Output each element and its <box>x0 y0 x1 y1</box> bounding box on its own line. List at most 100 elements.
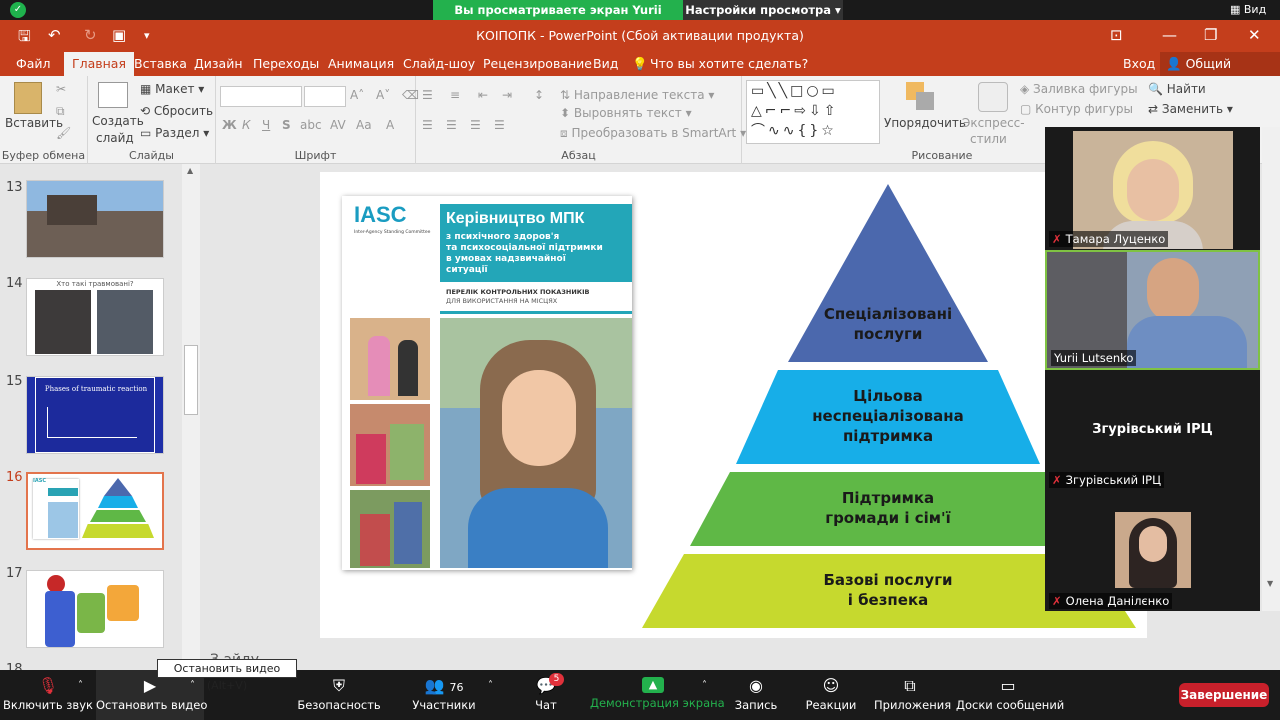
shrink-font-icon[interactable]: A˅ <box>376 88 390 102</box>
whiteboard-button[interactable]: ▭ Доски сообщений <box>956 670 1064 720</box>
notes-placeholder[interactable]: З айду <box>200 650 1080 670</box>
shapes-gallery[interactable]: ▭╲╲□○▭ △⌐⌐⇨⇩⇧ ⌒∿∿{}☆ <box>746 80 880 144</box>
tab-slideshow[interactable]: Слайд-шоу <box>403 56 475 71</box>
align-right-icon[interactable]: ☰ <box>470 118 481 132</box>
bullets-icon[interactable]: ☰ <box>422 88 433 102</box>
participant-tile-1[interactable]: ✗ Тамара Луценко <box>1045 127 1260 249</box>
italic-button[interactable]: К <box>242 118 251 132</box>
text-direction-button[interactable]: ⇅ Направление текста ▾ <box>560 88 714 102</box>
underline-button[interactable]: Ч <box>262 118 270 132</box>
copy-icon[interactable]: ⧉ <box>56 104 65 119</box>
stop-video-label: Остановить видео <box>96 698 208 712</box>
end-meeting-button[interactable]: Завершение <box>1179 683 1269 707</box>
current-slide[interactable]: IASC Inter-Agency Standing Committee Кер… <box>320 172 1147 638</box>
pyramid-label-4-a: Базові послуги <box>823 571 953 589</box>
arrange-icon[interactable] <box>906 82 936 112</box>
ribbon-display-icon[interactable]: ⊡ <box>1110 26 1123 44</box>
minimize-icon[interactable]: — <box>1162 26 1177 44</box>
security-button[interactable]: ⛨ Безопасность <box>296 670 382 720</box>
grow-font-icon[interactable]: A˄ <box>350 88 364 102</box>
tab-insert[interactable]: Вставка <box>134 56 187 71</box>
align-center-icon[interactable]: ☰ <box>446 118 457 132</box>
scroll-thumb[interactable] <box>184 345 198 415</box>
paste-button[interactable]: Вставить <box>5 116 63 130</box>
strikethrough-button[interactable]: S <box>282 118 291 132</box>
numbering-icon[interactable]: ≡ <box>450 88 460 102</box>
tab-home[interactable]: Главная <box>64 52 134 76</box>
chevron-up-icon[interactable]: ˄ <box>702 680 707 691</box>
view-button[interactable]: ▦ Вид <box>1230 0 1266 20</box>
tell-me-input[interactable]: Что вы хотите сделать? <box>650 56 808 71</box>
tab-transitions[interactable]: Переходы <box>253 56 319 71</box>
scroll-up-icon[interactable]: ▲ <box>187 166 193 175</box>
tab-animation[interactable]: Анимация <box>328 56 394 71</box>
participant-tile-4[interactable]: ✗ Олена Данілєнко <box>1045 490 1260 611</box>
user-icon: 👤 <box>1166 56 1182 71</box>
shape-outline-button[interactable]: ▢ Контур фигуры <box>1020 102 1133 116</box>
font-size-select[interactable] <box>304 86 346 107</box>
increase-indent-icon[interactable]: ⇥ <box>502 88 512 102</box>
slide-thumb-15[interactable]: Phases of traumatic reaction <box>26 376 164 454</box>
arrange-button[interactable]: Упорядочить <box>884 116 966 130</box>
align-left-icon[interactable]: ☰ <box>422 118 433 132</box>
shape-fill-button[interactable]: ◈ Заливка фигуры <box>1020 82 1138 96</box>
line-spacing-icon[interactable]: ↕ <box>534 88 544 102</box>
font-color-icon[interactable]: A <box>386 118 394 132</box>
layout-button[interactable]: ▦ Макет ▾ <box>140 82 204 96</box>
bold-button[interactable]: Ж <box>222 118 237 132</box>
replace-button[interactable]: ⇄ Заменить ▾ <box>1148 102 1233 116</box>
chevron-up-icon[interactable]: ˄ <box>78 680 83 691</box>
chevron-up-icon[interactable]: ˄ <box>190 680 195 691</box>
thumb16-header: IASC <box>33 478 47 484</box>
sign-in-link[interactable]: Вход <box>1123 56 1155 71</box>
participants-button[interactable]: 👥 76 Участники <box>408 670 480 720</box>
align-text-button[interactable]: ⬍ Выровнять текст ▾ <box>560 106 692 120</box>
share-button[interactable]: 👤 Общий доступ <box>1160 52 1280 87</box>
participant-tile-2[interactable]: Yurii Lutsenko <box>1045 250 1260 370</box>
shadow-icon[interactable]: abc <box>300 118 322 132</box>
format-painter-icon[interactable]: 🖌 <box>56 126 71 140</box>
participant-name-text: Згурівський ІРЦ <box>1065 473 1162 487</box>
record-button[interactable]: ◉ Запись <box>730 670 782 720</box>
video-scrollbar[interactable]: ▼ <box>1262 127 1280 611</box>
font-family-select[interactable] <box>220 86 302 107</box>
tab-design[interactable]: Дизайн <box>194 56 243 71</box>
slide-thumb-17[interactable] <box>26 570 164 648</box>
cut-icon[interactable]: ✂ <box>56 82 66 96</box>
smartart-button[interactable]: ⧈ Преобразовать в SmartArt ▾ <box>560 126 746 141</box>
restore-icon[interactable]: ❐ <box>1204 26 1217 44</box>
change-case-icon[interactable]: Aa <box>356 118 372 132</box>
chevron-up-icon[interactable]: ˄ <box>488 680 493 691</box>
slide-thumb-16[interactable]: IASC <box>26 472 164 550</box>
slide-thumb-14[interactable]: Хто такі травмовані? <box>26 278 164 356</box>
close-icon[interactable]: ✕ <box>1248 26 1261 44</box>
scroll-down-icon[interactable]: ▼ <box>1267 579 1273 588</box>
slide-thumb-13[interactable] <box>26 180 164 258</box>
reset-button[interactable]: ⟲ Сбросить <box>140 104 213 118</box>
share-screen-button[interactable]: ▲ Демонстрация экрана <box>590 670 725 720</box>
new-slide-button[interactable]: Создать <box>92 114 144 128</box>
char-spacing-icon[interactable]: AV <box>330 118 346 132</box>
tab-file[interactable]: Файл <box>16 56 51 71</box>
view-options-button[interactable]: Настройки просмотра ▾ <box>683 0 843 20</box>
reactions-button[interactable]: ☺ Реакции <box>804 670 858 720</box>
chat-button[interactable]: 💬 Чат <box>520 670 572 720</box>
tab-review[interactable]: Рецензирование <box>483 56 592 71</box>
mute-button[interactable]: 🎙 Включить звук <box>0 670 96 720</box>
quick-styles-icon[interactable] <box>978 82 1008 112</box>
new-slide-icon[interactable] <box>98 82 128 108</box>
security-label: Безопасность <box>297 698 381 712</box>
shield-check-icon[interactable]: ✓ <box>10 2 26 18</box>
quick-styles-button[interactable]: Экспресс- <box>962 116 1025 130</box>
paragraph-group: ☰ ≡ ⇤ ⇥ ↕ ⇅ Направление текста ▾ ☰ ☰ ☰ ☰… <box>416 76 746 164</box>
section-button[interactable]: ▭ Раздел ▾ <box>140 126 209 140</box>
justify-icon[interactable]: ☰ <box>494 118 505 132</box>
apps-button[interactable]: ⧉ Приложения <box>874 670 951 720</box>
find-button[interactable]: 🔍 Найти <box>1148 82 1206 96</box>
tab-view[interactable]: Вид <box>593 56 618 71</box>
mute-label: Включить звук <box>3 698 93 712</box>
participant-tile-3[interactable]: Згурівський ІРЦ ✗ Згурівський ІРЦ <box>1045 370 1260 490</box>
slides-scrollbar[interactable]: ▲ <box>182 164 200 670</box>
decrease-indent-icon[interactable]: ⇤ <box>478 88 488 102</box>
paste-icon[interactable] <box>14 82 42 114</box>
